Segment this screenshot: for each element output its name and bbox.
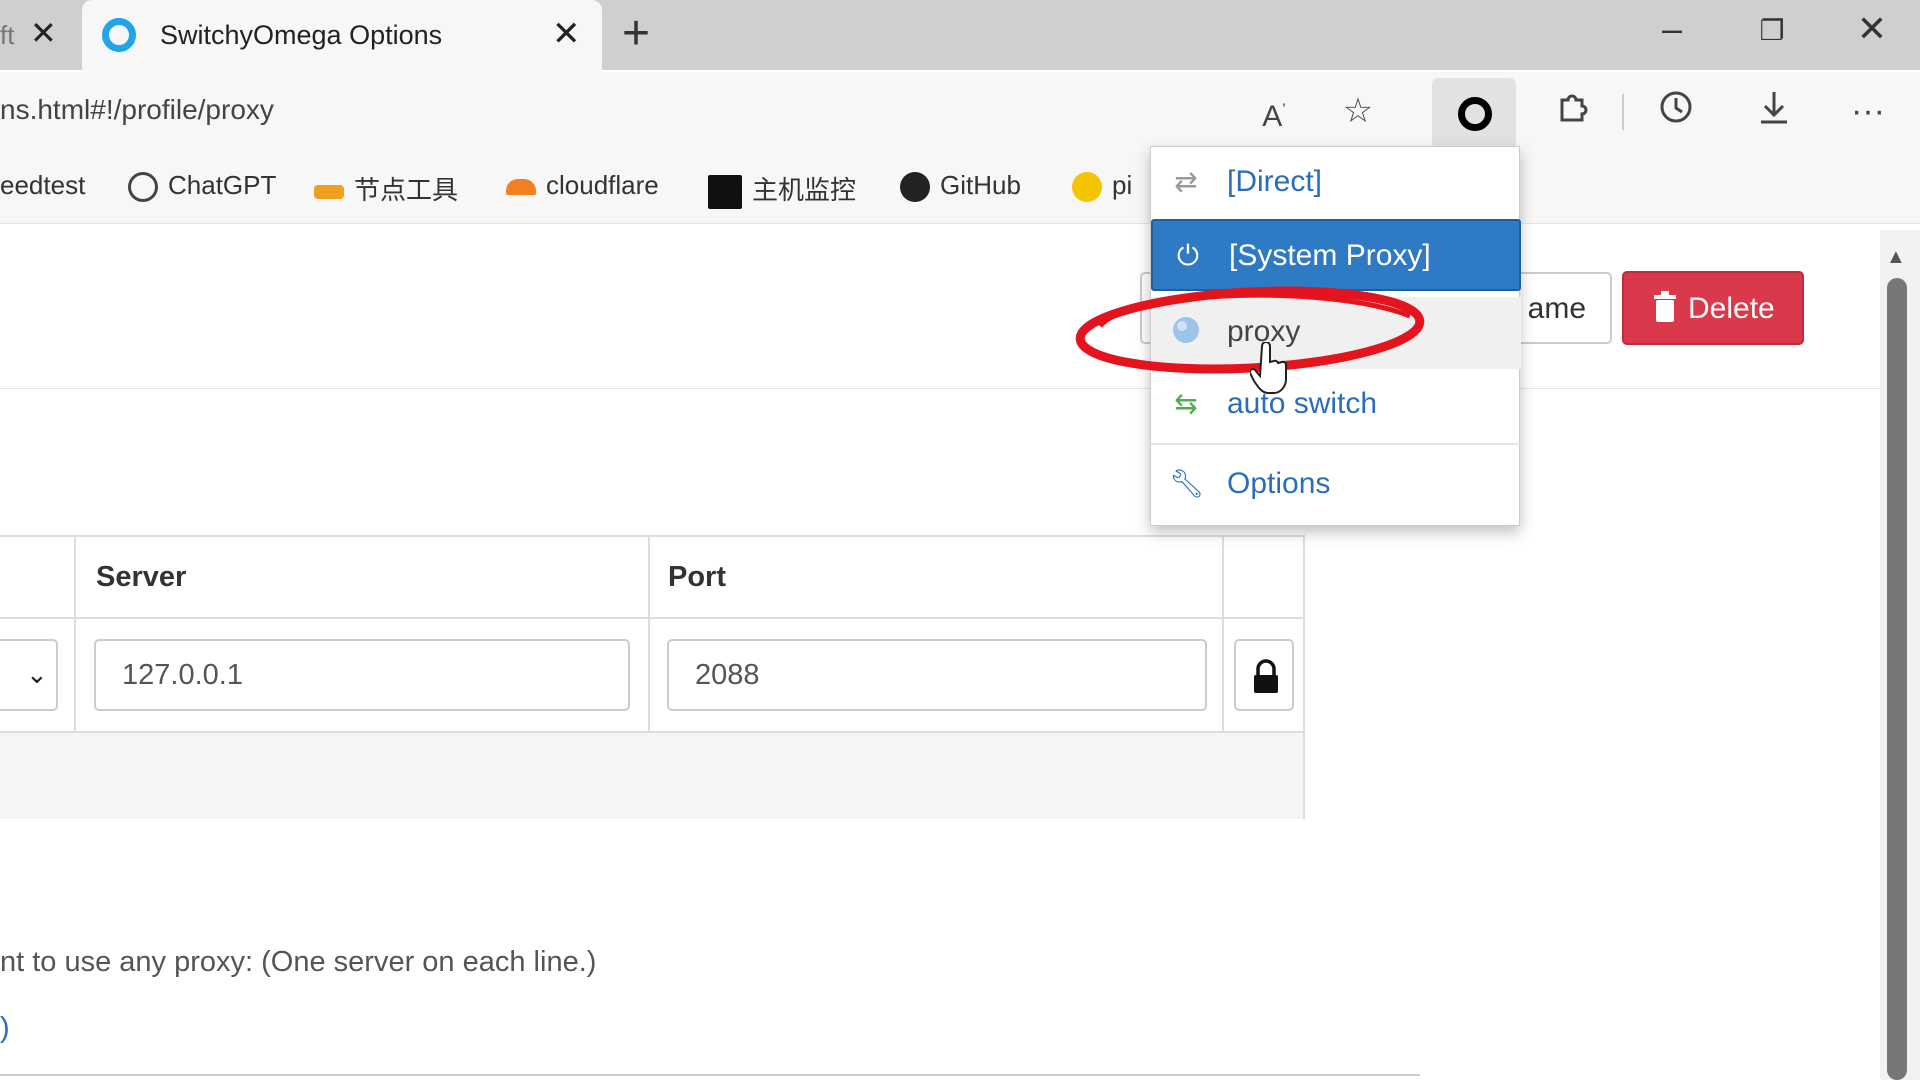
switchyomega-extension-button[interactable] bbox=[1432, 78, 1516, 148]
chevron-down-icon: ⌄ bbox=[26, 659, 48, 689]
favorite-star-icon[interactable]: ☆ bbox=[1330, 88, 1386, 134]
scrollbar-thumb[interactable] bbox=[1887, 278, 1907, 1080]
tab-previous-title: ft bbox=[0, 20, 15, 50]
close-icon[interactable]: ✕ bbox=[552, 14, 581, 54]
airship-icon bbox=[314, 185, 344, 200]
address-bar[interactable]: ns.html#!/profile/proxy bbox=[0, 94, 274, 126]
bypass-list-link[interactable]: ) bbox=[0, 1012, 10, 1045]
monitor-m-icon bbox=[708, 175, 742, 210]
header-divider bbox=[0, 388, 1880, 389]
server-column-header: Server bbox=[96, 561, 187, 593]
menu-divider bbox=[1151, 443, 1521, 445]
bookmark-host-monitor[interactable]: 主机监控 bbox=[708, 170, 857, 210]
column-divider bbox=[74, 537, 76, 733]
toolbar-divider bbox=[1622, 94, 1624, 130]
restore-icon[interactable]: ❐ bbox=[1742, 14, 1802, 47]
protocol-select[interactable]: ⌄ bbox=[0, 639, 58, 711]
bookmark-label: eedtest bbox=[0, 170, 86, 200]
menu-item-direct[interactable]: ⇄ [Direct] bbox=[1151, 147, 1521, 219]
delete-label: Delete bbox=[1688, 292, 1775, 325]
tab-previous[interactable]: ft ✕ bbox=[0, 0, 80, 70]
switchyomega-ring-icon bbox=[1458, 97, 1492, 131]
delete-button[interactable]: Delete bbox=[1622, 271, 1804, 345]
switchyomega-popup-menu: ⇄ [Direct] ⏻ [System Proxy] proxy ⇆ auto… bbox=[1150, 146, 1521, 526]
menu-item-options[interactable]: 🔧︎ Options bbox=[1151, 449, 1521, 521]
bookmark-label: 主机监控 bbox=[752, 175, 857, 205]
tab-switchyomega-options[interactable]: SwitchyOmega Options ✕ bbox=[82, 0, 602, 72]
window-close-icon[interactable]: ✕ bbox=[1842, 8, 1902, 50]
switchyomega-favicon-icon bbox=[102, 18, 136, 52]
read-aloud-icon[interactable]: Aʼ bbox=[1246, 88, 1302, 134]
bookmark-label: pi bbox=[1112, 170, 1133, 200]
menu-item-auto-switch[interactable]: ⇆ auto switch bbox=[1151, 369, 1521, 441]
bookmark-label: 节点工具 bbox=[354, 175, 459, 205]
bookmark-label: cloudflare bbox=[546, 170, 659, 200]
proxy-servers-table: Server Port ⌄ 127.0.0.1 2088 bbox=[0, 535, 1305, 819]
power-icon: ⏻ bbox=[1176, 240, 1200, 271]
menu-item-label: Options bbox=[1227, 467, 1331, 500]
rename-label: ame bbox=[1527, 292, 1586, 325]
port-column-header: Port bbox=[668, 561, 726, 593]
minimize-icon[interactable]: – bbox=[1642, 8, 1702, 50]
browser-toolbar: ns.html#!/profile/proxy Aʼ ☆ ··· bbox=[0, 72, 1920, 150]
history-icon[interactable] bbox=[1648, 88, 1704, 134]
bookmark-label: GitHub bbox=[940, 170, 1021, 200]
bookmark-chatgpt[interactable]: ChatGPT bbox=[128, 170, 277, 203]
pi-logo-icon bbox=[1072, 172, 1102, 203]
menu-item-label: [Direct] bbox=[1227, 165, 1323, 198]
bypass-list-textarea[interactable] bbox=[0, 1074, 1420, 1080]
port-input[interactable]: 2088 bbox=[667, 639, 1207, 711]
bypass-list-description: nt to use any proxy: (One server on each… bbox=[0, 946, 597, 978]
github-icon bbox=[900, 172, 930, 203]
wrench-icon: 🔧︎ bbox=[1169, 468, 1205, 499]
globe-icon bbox=[1169, 315, 1203, 349]
more-menu-icon[interactable]: ··· bbox=[1840, 88, 1896, 134]
new-tab-plus-icon[interactable]: + bbox=[622, 6, 650, 61]
bookmark-pi[interactable]: pi bbox=[1072, 170, 1133, 203]
column-divider bbox=[648, 537, 650, 733]
menu-item-proxy[interactable]: proxy bbox=[1151, 297, 1521, 369]
extensions-puzzle-icon[interactable] bbox=[1544, 88, 1600, 134]
bookmark-cloudflare[interactable]: cloudflare bbox=[506, 170, 659, 201]
menu-item-label: [System Proxy] bbox=[1229, 239, 1431, 272]
direct-arrows-icon: ⇄ bbox=[1174, 166, 1198, 197]
bookmark-node-tools[interactable]: 节点工具 bbox=[314, 170, 458, 207]
bookmarks-bar: eedtest ChatGPT 节点工具 cloudflare 主机监控 Git… bbox=[0, 150, 1920, 224]
download-icon[interactable] bbox=[1746, 88, 1802, 134]
bookmark-speedtest[interactable]: eedtest bbox=[0, 170, 85, 201]
menu-item-system-proxy[interactable]: ⏻ [System Proxy] bbox=[1151, 219, 1521, 291]
column-divider bbox=[1222, 537, 1224, 733]
chatgpt-icon bbox=[128, 172, 158, 203]
lock-icon bbox=[1254, 659, 1278, 693]
bookmark-github[interactable]: GitHub bbox=[900, 170, 1021, 203]
cloudflare-icon bbox=[506, 179, 536, 196]
tab-strip: ft ✕ SwitchyOmega Options ✕ + – ❐ ✕ bbox=[0, 0, 1920, 72]
table-footer-row bbox=[0, 733, 1303, 819]
close-icon[interactable]: ✕ bbox=[30, 14, 57, 52]
trash-icon bbox=[1654, 291, 1676, 322]
table-header-row: Server Port bbox=[0, 537, 1303, 619]
bookmark-label: ChatGPT bbox=[168, 170, 277, 200]
hand-cursor-icon bbox=[1250, 342, 1287, 394]
switch-arrows-icon: ⇆ bbox=[1174, 388, 1198, 419]
server-input[interactable]: 127.0.0.1 bbox=[94, 639, 630, 711]
scroll-up-arrow-icon[interactable]: ▲ bbox=[1886, 246, 1906, 269]
tab-title: SwitchyOmega Options bbox=[160, 20, 443, 50]
auth-lock-button[interactable] bbox=[1234, 639, 1294, 711]
